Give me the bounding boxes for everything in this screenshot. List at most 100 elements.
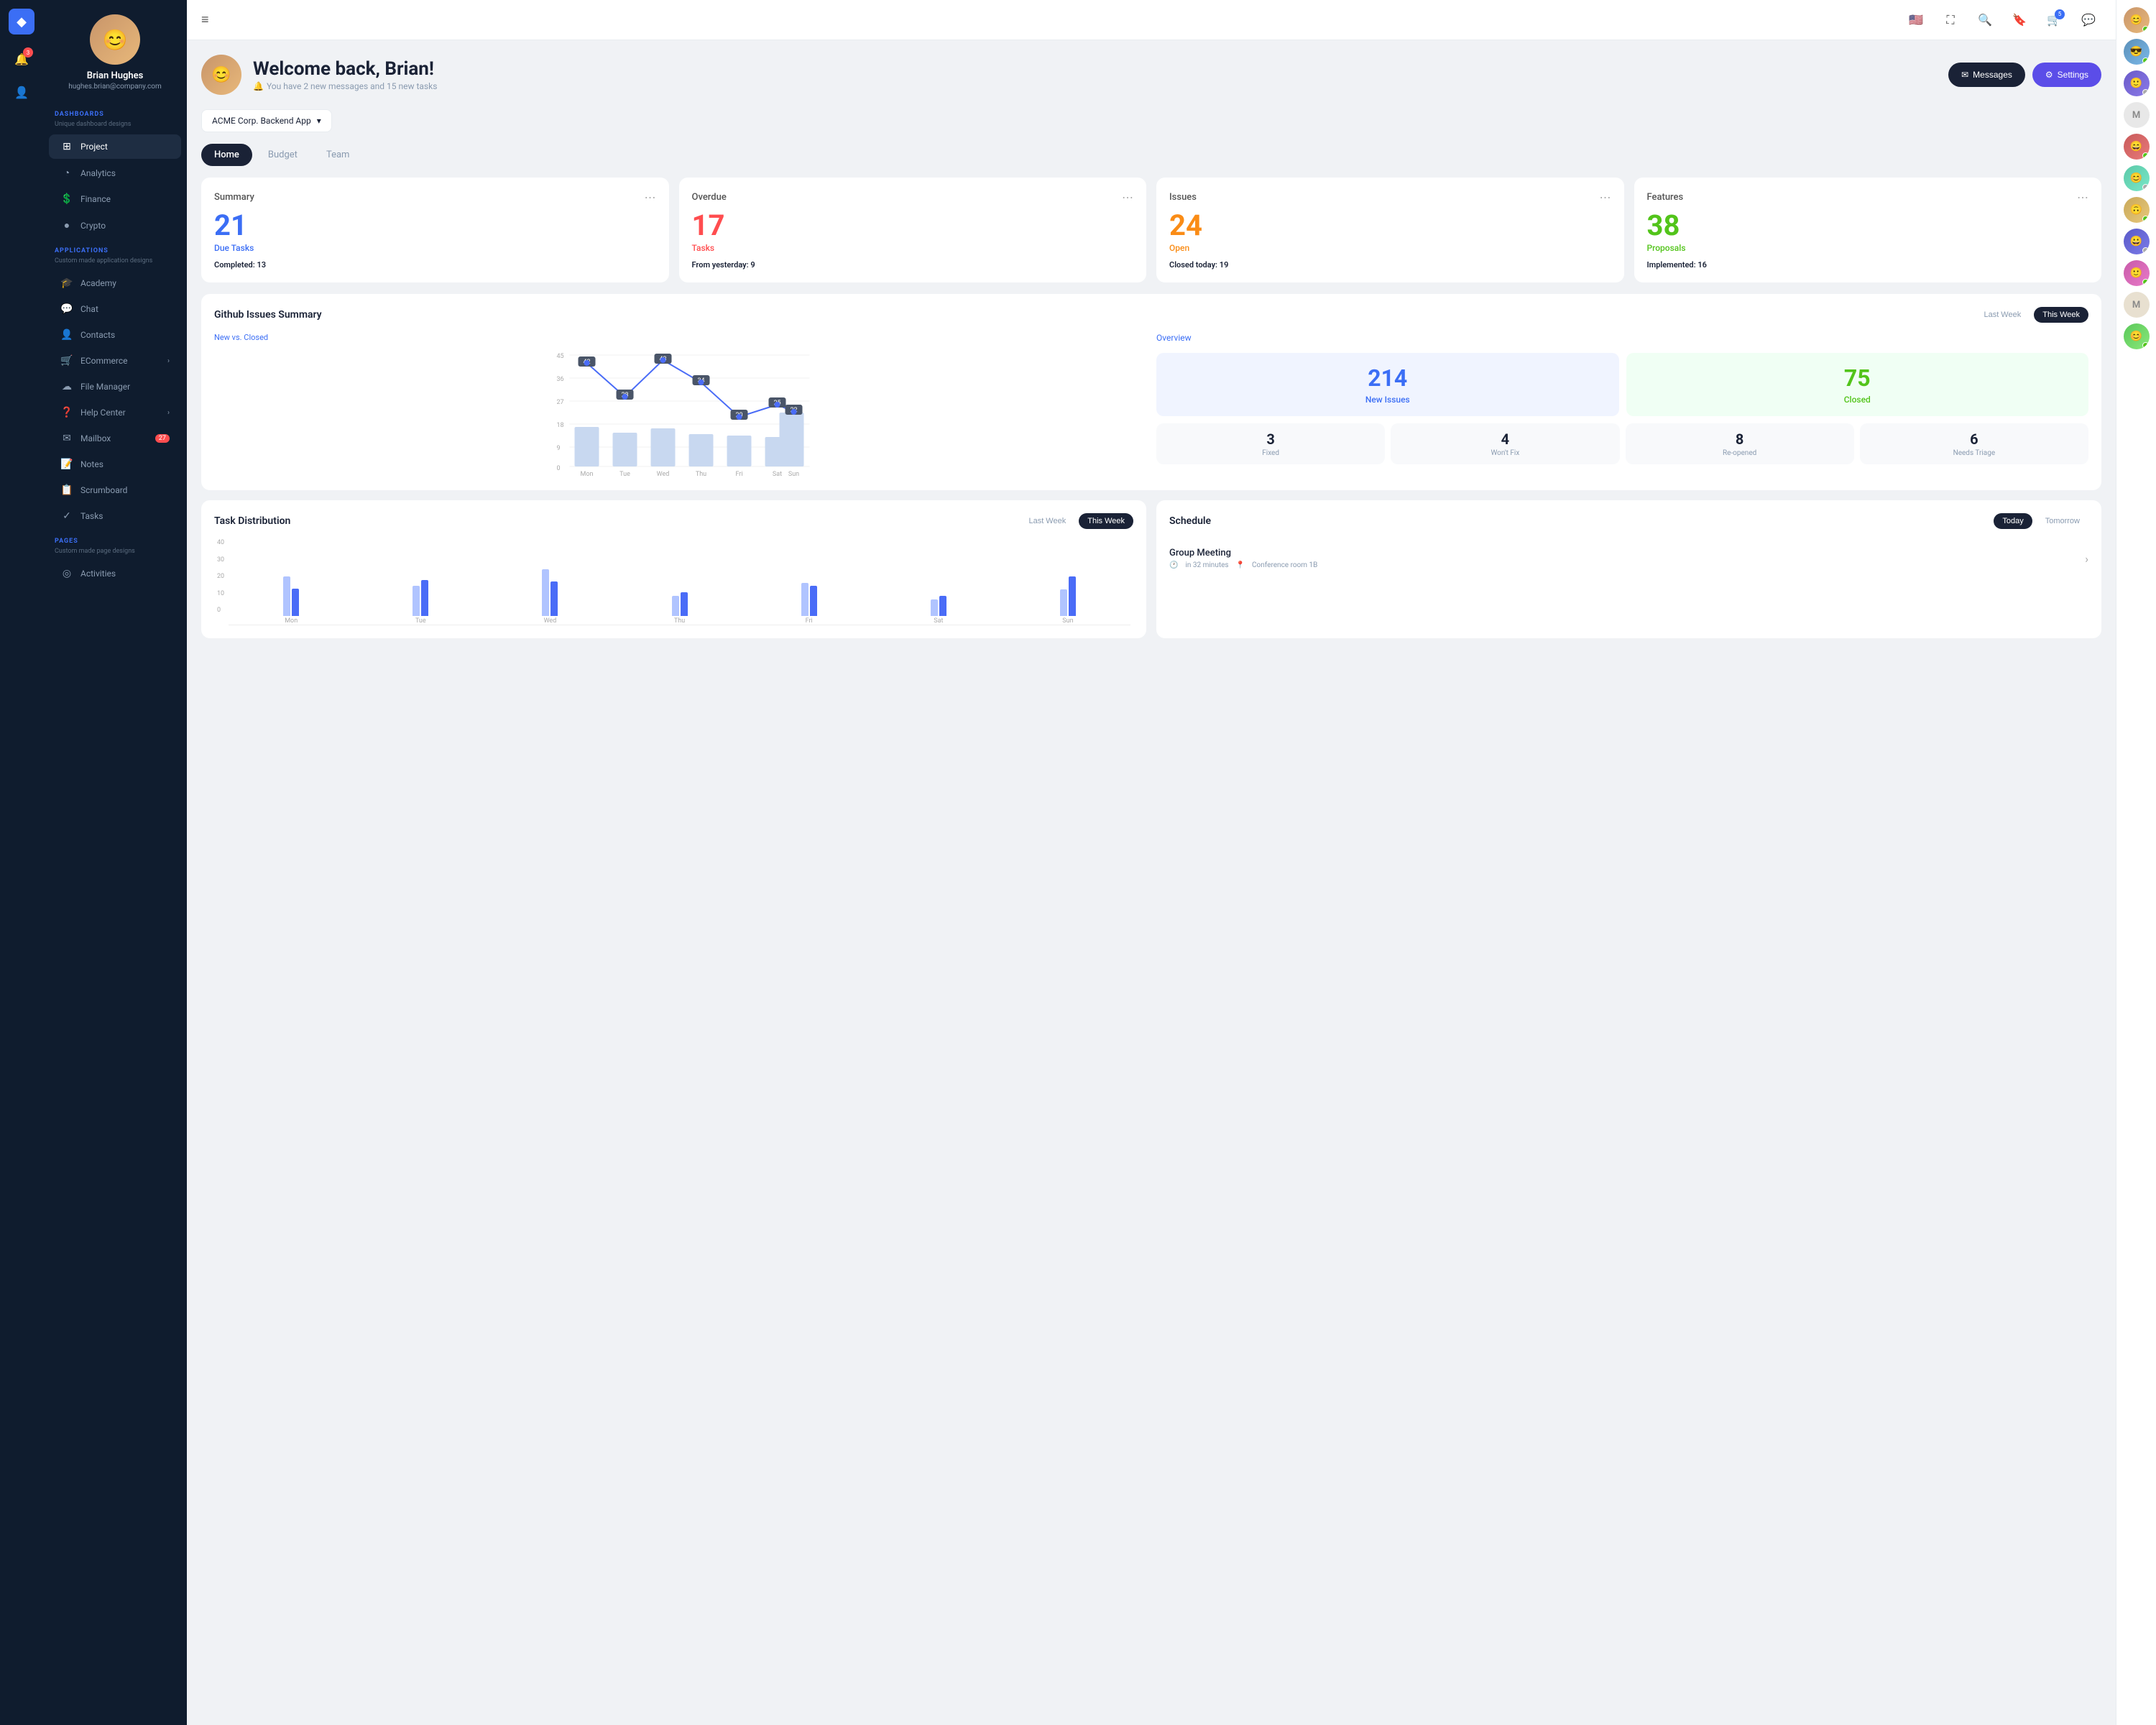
schedule-today-btn[interactable]: Today [1994,513,2032,529]
sidebar-item-label: Notes [80,459,103,469]
helpcenter-icon: ❓ [60,407,73,418]
sidebar-item-academy[interactable]: 🎓 Academy [49,271,181,295]
stat-card-overdue: Overdue ⋯ 17 Tasks From yesterday: 9 [679,178,1147,282]
applications-section-label: APPLICATIONS [43,239,187,257]
dashboards-section-label: DASHBOARDS [43,102,187,121]
expand-icon[interactable]: ⛶ [1938,7,1963,33]
search-icon[interactable]: 🔍 [1972,7,1998,33]
sidebar-item-activities[interactable]: ◎ Activities [49,561,181,586]
schedule-item-info: Group Meeting 🕐 in 32 minutes 📍 Conferen… [1169,548,1317,569]
offline-dot [2142,184,2149,190]
rs-user-10[interactable]: M [2124,292,2150,318]
online-dot [2142,26,2149,32]
user-email: hughes.brian@company.com [68,83,161,91]
overdue-number: 17 [692,211,1134,240]
rs-user-8[interactable]: 😀 [2124,229,2150,254]
cart-icon[interactable]: 🛒 5 [2041,7,2067,33]
task-dist-this-week-btn[interactable]: This Week [1079,513,1133,529]
project-selector[interactable]: ACME Corp. Backend App ▾ [201,109,332,132]
rs-user-9[interactable]: 🙂 [2124,260,2150,286]
schedule-item-arrow[interactable]: › [2085,552,2088,566]
sidebar-item-label: Scrumboard [80,485,127,495]
sidebar-item-helpcenter[interactable]: ❓ Help Center › [49,400,181,425]
github-last-week-btn[interactable]: Last Week [1975,307,2030,323]
task-dist-chart: 40 30 20 10 0 Mon [214,539,1133,625]
settings-button[interactable]: ⚙ Settings [2032,63,2101,87]
overview-bottom: 3 Fixed 4 Won't Fix 8 Re-opened 6 [1156,423,2088,464]
svg-text:45: 45 [557,353,564,360]
dashboards-section-sub: Unique dashboard designs [43,121,187,134]
github-summary-header: Github Issues Summary Last Week This Wee… [214,307,2088,323]
sidebar-item-mailbox[interactable]: ✉ Mailbox 27 [49,426,181,451]
online-dot [2142,58,2149,64]
svg-text:36: 36 [557,376,564,383]
sidebar-item-project[interactable]: ⊞ Project [49,134,181,159]
topbar-bell-icon[interactable]: 🔔 3 [7,45,36,73]
summary-number: 21 [214,211,656,240]
sidebar-item-contacts[interactable]: 👤 Contacts [49,323,181,347]
sidebar-user-profile: 😊 Brian Hughes hughes.brian@company.com [43,0,187,102]
tab-home[interactable]: Home [201,144,252,166]
sidebar-item-crypto[interactable]: ● Crypto [49,213,181,238]
sidebar-item-scrumboard[interactable]: 📋 Scrumboard [49,478,181,502]
mini-triage: 6 Needs Triage [1860,423,2088,464]
icon-bar: ◆ 🔔 3 👤 [0,0,43,1725]
svg-text:Tue: Tue [619,471,630,477]
chat-icon[interactable]: 💬 [2076,7,2101,33]
rs-user-1[interactable]: 😊 [2124,7,2150,33]
bookmark-icon[interactable]: 🔖 [2007,7,2032,33]
finance-icon: 💲 [60,193,73,205]
schedule-title: Schedule [1169,515,1211,527]
sidebar-item-notes[interactable]: 📝 Notes [49,452,181,477]
flag-icon[interactable]: 🇺🇸 [1903,7,1929,33]
sidebar-item-chat[interactable]: 💬 Chat [49,297,181,321]
bell-badge: 3 [23,47,33,58]
tab-team[interactable]: Team [313,144,363,166]
sidebar-item-ecommerce[interactable]: 🛒 ECommerce › [49,349,181,373]
issues-number: 24 [1169,211,1611,240]
features-menu[interactable]: ⋯ [2077,190,2088,204]
rs-user-6[interactable]: 😊 [2124,165,2150,191]
hamburger-button[interactable]: ≡ [201,12,209,27]
summary-sub: Completed: 13 [214,260,656,270]
messages-button[interactable]: ✉ Messages [1948,63,2025,87]
overdue-sub: From yesterday: 9 [692,260,1134,270]
user-name: Brian Hughes [87,70,144,81]
rs-user-11[interactable]: 😊 [2124,323,2150,349]
github-summary-title: Github Issues Summary [214,309,322,321]
tasks-icon: ✓ [60,510,73,522]
rs-user-3[interactable]: 🙂 [2124,70,2150,96]
mini-triage-num: 6 [1867,431,2081,448]
helpcenter-arrow: › [167,409,170,417]
sidebar-item-tasks[interactable]: ✓ Tasks [49,504,181,528]
github-this-week-btn[interactable]: This Week [2034,307,2088,323]
pages-section-label: PAGES [43,529,187,548]
schedule-tomorrow-btn[interactable]: Tomorrow [2037,513,2088,529]
tab-budget[interactable]: Budget [255,144,310,166]
overdue-label: Tasks [692,243,1134,253]
tabs: Home Budget Team [201,144,2101,166]
rs-user-4[interactable]: M [2124,102,2150,128]
stat-card-issues: Issues ⋯ 24 Open Closed today: 19 [1156,178,1624,282]
sidebar-item-analytics[interactable]: ◔ Analytics [49,160,181,185]
overview-label: Overview [1156,333,2088,343]
rs-user-2[interactable]: 😎 [2124,39,2150,65]
rs-user-7[interactable]: 🙃 [2124,197,2150,223]
online-dot [2142,279,2149,285]
new-issues-stat: 214 New Issues [1156,353,1619,416]
schedule-item-title: Group Meeting [1169,548,1317,558]
rs-user-5[interactable]: 😄 [2124,134,2150,160]
overdue-menu[interactable]: ⋯ [1122,190,1133,204]
task-dist-last-week-btn[interactable]: Last Week [1020,513,1074,529]
topbar-user-icon[interactable]: 👤 [7,78,36,106]
page-header: 😊 Welcome back, Brian! 🔔 You have 2 new … [201,55,2101,95]
issues-title: Issues [1169,192,1197,203]
issues-menu[interactable]: ⋯ [1600,190,1611,204]
sidebar-item-filemanager[interactable]: ☁ File Manager [49,374,181,399]
svg-text:Thu: Thu [696,471,706,477]
sidebar-item-label: Finance [80,194,111,204]
summary-menu[interactable]: ⋯ [645,190,656,204]
sidebar-item-finance[interactable]: 💲 Finance [49,187,181,211]
chat-icon: 💬 [60,303,73,315]
issues-label: Open [1169,243,1611,253]
